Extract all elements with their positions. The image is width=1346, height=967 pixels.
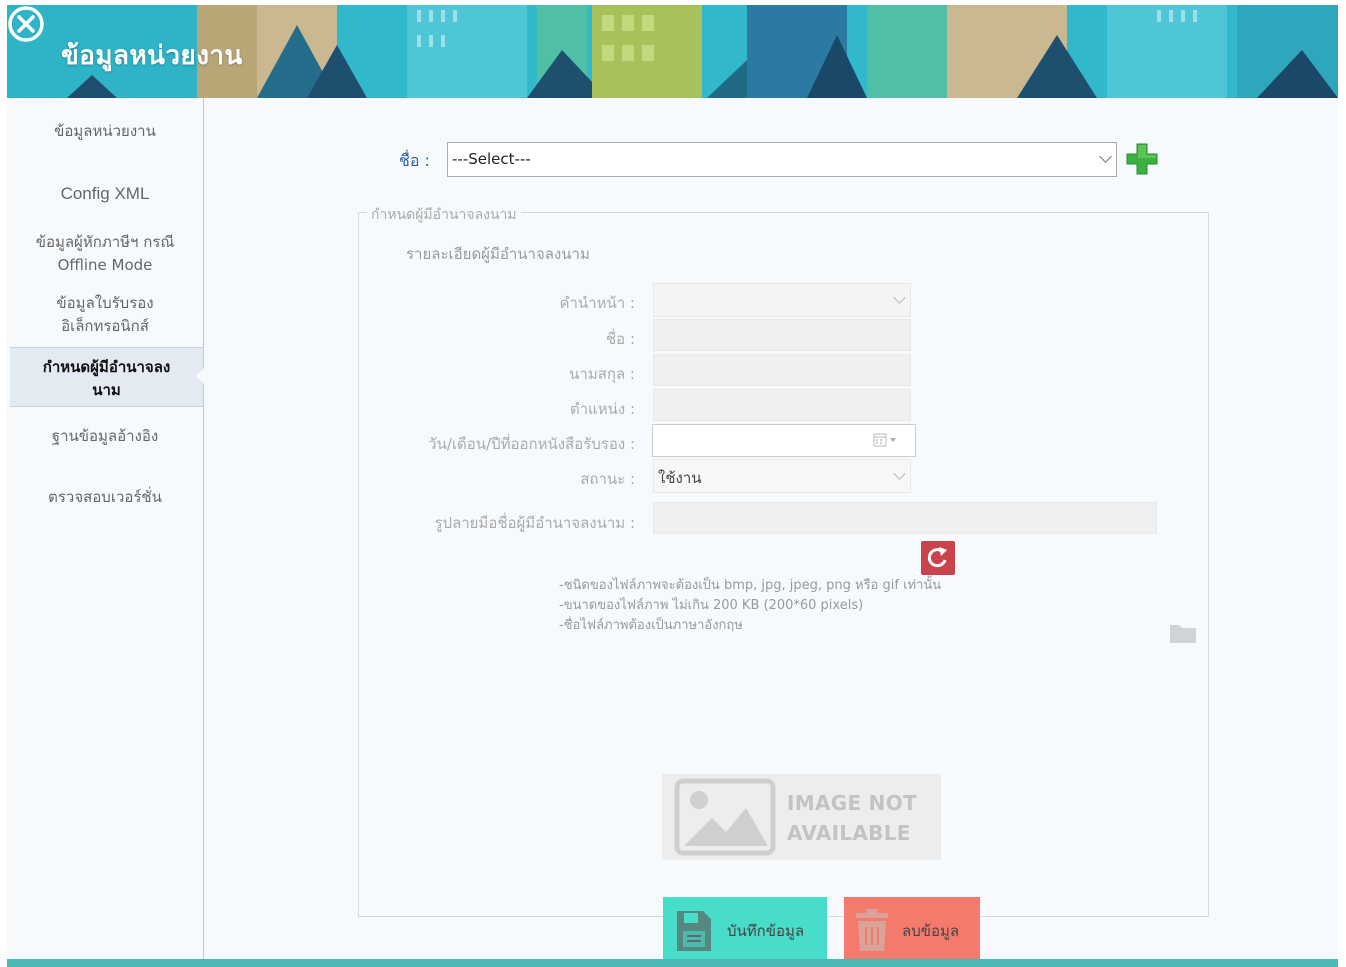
reset-date-button[interactable] xyxy=(921,541,955,575)
name-select-label: ชื่อ : xyxy=(399,151,430,170)
lastname-input[interactable] xyxy=(653,354,911,386)
signature-file-input[interactable] xyxy=(653,502,1157,534)
signature-image-preview: IMAGE NOT AVAILABLE xyxy=(662,774,941,860)
delete-button[interactable]: ลบข้อมูล xyxy=(844,897,980,963)
signature-label: รูปลายมือชื่อผู้มีอำนาจลงนาม : xyxy=(434,514,635,532)
image-placeholder-icon xyxy=(674,778,776,856)
sidebar-item-agency-info[interactable]: ข้อมูลหน่วยงาน xyxy=(7,120,203,143)
issue-date-input[interactable] xyxy=(652,424,916,457)
add-icon[interactable] xyxy=(1125,142,1159,176)
sidebar-item-withholder-offline[interactable]: ข้อมูลผู้หักภาษีฯ กรณี Offline Mode xyxy=(7,231,203,277)
delete-button-label: ลบข้อมูล xyxy=(902,922,960,940)
sidebar-nav: ข้อมูลหน่วยงาน Config XML ข้อมูลผู้หักภา… xyxy=(7,98,204,960)
sidebar-item-version-check[interactable]: ตรวจสอบเวอร์ชั่น xyxy=(7,486,203,509)
lastname-label: นามสกุล : xyxy=(569,365,635,383)
prefix-label: คำนำหน้า : xyxy=(559,294,635,312)
sidebar-item-reference-db[interactable]: ฐานข้อมูลอ้างอิง xyxy=(7,425,203,448)
folder-icon[interactable] xyxy=(1169,622,1197,644)
image-not-available-text: IMAGE NOT AVAILABLE xyxy=(787,791,917,845)
main-panel: ชื่อ : ---Select--- กำหนดผู้มีอำนาจลงนาม… xyxy=(204,98,1338,963)
firstname-input[interactable] xyxy=(653,319,911,351)
chevron-down-icon xyxy=(893,291,906,304)
refresh-icon xyxy=(927,547,947,568)
sidebar-item-e-certificate[interactable]: ข้อมูลใบรับรองอิเล็กทรอนิกส์ xyxy=(7,292,203,338)
signer-fieldset: กำหนดผู้มีอำนาจลงนาม รายละเอียดผู้มีอำนา… xyxy=(358,204,1209,963)
status-select-value: ใช้งาน xyxy=(658,469,702,487)
signer-name-select[interactable]: ---Select--- xyxy=(447,142,1117,177)
calendar-icon[interactable] xyxy=(873,433,901,447)
window-title: ข้อมูลหน่วยงาน xyxy=(61,41,243,71)
firstname-label: ชื่อ : xyxy=(605,330,635,348)
floppy-disk-icon xyxy=(677,911,711,951)
sidebar-item-config-xml[interactable]: Config XML xyxy=(7,182,203,205)
file-type-note: -ชนิดของไฟล์ภาพจะต้องเป็น bmp, jpg, jpeg… xyxy=(559,578,942,593)
prefix-select[interactable] xyxy=(653,283,911,317)
sidebar-item-label: กำหนดผู้มีอำนาจลงนาม xyxy=(42,358,171,399)
save-button[interactable]: บันทึกข้อมูล xyxy=(663,897,827,963)
fieldset-legend: กำหนดผู้มีอำนาจลงนาม xyxy=(367,204,521,226)
chevron-down-icon xyxy=(1099,150,1112,163)
active-notch xyxy=(196,368,204,384)
header-banner: ข้อมูลหน่วยงาน xyxy=(7,5,1338,98)
sidebar-item-authorized-signer[interactable]: กำหนดผู้มีอำนาจลงนาม xyxy=(10,347,204,407)
section-subtitle: รายละเอียดผู้มีอำนาจลงนาม xyxy=(406,245,590,263)
dialog-window: ข้อมูลหน่วยงาน ข้อมูลหน่วยงาน Config XML… xyxy=(7,5,1338,963)
status-label: สถานะ : xyxy=(580,470,635,488)
issue-date-label: วัน/เดือน/ปีที่ออกหนังสือรับรอง : xyxy=(428,435,635,453)
signer-name-select-value: ---Select--- xyxy=(452,150,531,168)
position-input[interactable] xyxy=(653,389,911,421)
file-name-note: -ชื่อไฟล์ภาพต้องเป็นภาษาอังกฤษ xyxy=(559,618,743,633)
trash-icon xyxy=(856,909,888,951)
file-size-note: -ขนาดของไฟล์ภาพ ไม่เกิน 200 KB (200*60 p… xyxy=(559,598,864,613)
save-button-label: บันทึกข้อมูล xyxy=(727,922,805,940)
chevron-down-icon xyxy=(893,467,906,480)
position-label: ตำแหน่ง : xyxy=(569,400,635,418)
status-select[interactable]: ใช้งาน xyxy=(653,459,911,493)
bottom-status-bar xyxy=(7,959,1338,967)
close-icon[interactable] xyxy=(7,5,45,43)
